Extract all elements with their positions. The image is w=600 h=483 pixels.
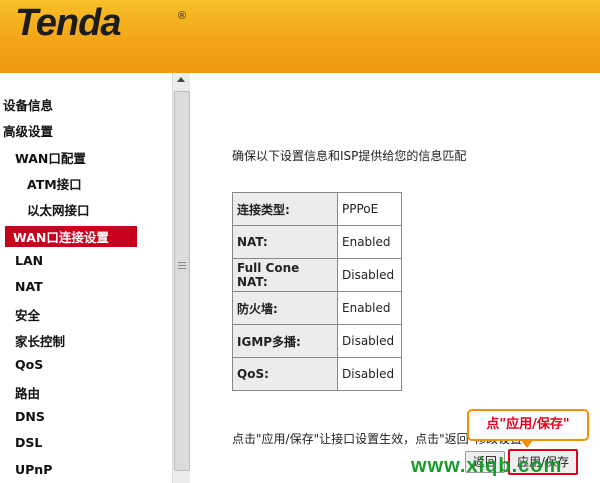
- row-value: Enabled: [337, 291, 402, 325]
- grip-icon: [178, 262, 186, 271]
- row-value: Disabled: [337, 324, 402, 358]
- table-row: NAT: Enabled: [232, 225, 402, 259]
- row-value: PPPoE: [337, 192, 402, 226]
- row-key: QoS:: [232, 357, 338, 391]
- header-banner: Tenda ®: [0, 0, 600, 73]
- row-key: NAT:: [232, 225, 338, 259]
- scroll-up-arrow-icon[interactable]: [177, 77, 185, 82]
- sidebar-item[interactable]: QoS: [15, 357, 43, 372]
- brand-logo: Tenda: [15, 2, 121, 44]
- row-key: 连接类型:: [232, 192, 338, 226]
- table-row: Full Cone NAT: Disabled: [232, 258, 402, 292]
- row-value: Enabled: [337, 225, 402, 259]
- summary-table: 连接类型: PPPoE NAT: Enabled Full Cone NAT: Disab…: [232, 192, 402, 391]
- sidebar-item[interactable]: 路由: [15, 383, 40, 402]
- sidebar-item[interactable]: WAN口连接设置: [5, 226, 137, 247]
- sidebar-item[interactable]: LAN: [15, 253, 43, 268]
- table-row: 防火墙: Enabled: [232, 291, 402, 325]
- registered-mark: ®: [178, 10, 187, 22]
- table-row: IGMP多播: Disabled: [232, 324, 402, 358]
- sidebar-item[interactable]: 家长控制: [15, 331, 65, 350]
- sidebar-item[interactable]: UPnP: [15, 462, 52, 477]
- scroll-thumb[interactable]: [174, 91, 190, 471]
- row-key: IGMP多播:: [232, 324, 338, 358]
- sidebar-item[interactable]: WAN口配置: [15, 148, 86, 167]
- sidebar-item[interactable]: NAT: [15, 279, 43, 294]
- sidebar-scrollbar[interactable]: [172, 73, 190, 483]
- table-row: 连接类型: PPPoE: [232, 192, 402, 226]
- sidebar-item[interactable]: 安全: [15, 305, 40, 324]
- sidebar-item[interactable]: ATM接口: [27, 174, 82, 193]
- sidebar-item[interactable]: DSL: [15, 435, 42, 450]
- sidebar-item[interactable]: 高级设置: [3, 121, 53, 140]
- callout-pointer: [520, 439, 534, 448]
- sidebar-menu: 设备信息高级设置 WAN口配置 ATM接口以太网接口 WAN口连接设置 LAN NAT 安全…: [0, 73, 173, 483]
- sidebar-item[interactable]: 设备信息: [3, 95, 53, 114]
- row-value: Disabled: [337, 258, 402, 292]
- sidebar-item[interactable]: DNS: [15, 409, 45, 424]
- row-key: Full Cone NAT:: [232, 258, 338, 292]
- callout-annotation: 点"应用/保存": [467, 409, 589, 441]
- intro-text: 确保以下设置信息和ISP提供给您的信息匹配: [232, 149, 467, 163]
- row-key: 防火墙:: [232, 291, 338, 325]
- table-row: QoS: Disabled: [232, 357, 402, 391]
- sidebar-item[interactable]: 以太网接口: [27, 200, 90, 219]
- row-value: Disabled: [337, 357, 402, 391]
- watermark: www.xiqb.com: [411, 455, 563, 477]
